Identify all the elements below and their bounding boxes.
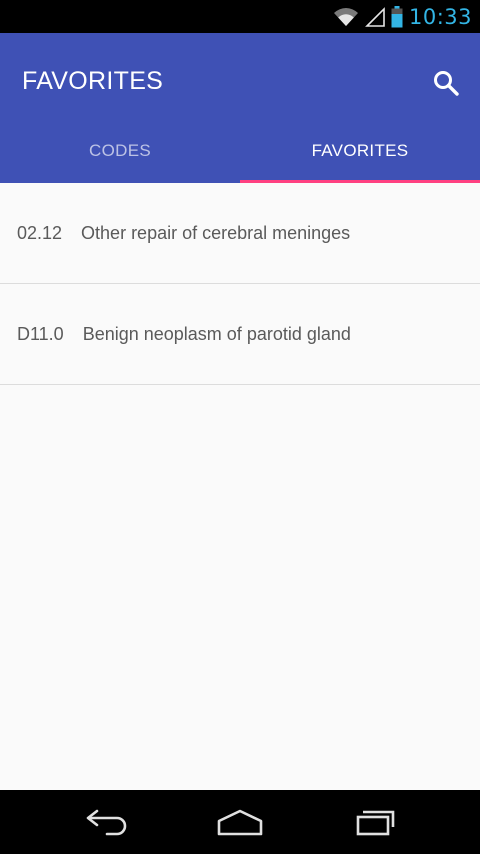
status-bar: 10:33 (0, 0, 480, 33)
list-item[interactable]: D11.0 Benign neoplasm of parotid gland (0, 284, 480, 385)
recent-apps-button[interactable] (345, 802, 405, 842)
recent-apps-icon (356, 810, 395, 836)
tab-codes-label: CODES (89, 141, 151, 160)
home-icon (217, 809, 263, 836)
tab-favorites[interactable]: FAVORITES (240, 119, 480, 183)
status-time: 10:33 (408, 4, 472, 29)
wifi-icon (333, 7, 359, 27)
item-code: D11.0 (17, 323, 64, 344)
tab-codes[interactable]: CODES (0, 119, 240, 183)
navigation-bar (0, 790, 480, 854)
search-button[interactable] (428, 65, 464, 101)
tab-bar: CODES FAVORITES (0, 119, 480, 183)
battery-icon (391, 5, 403, 28)
item-description: Other repair of cerebral meninges (81, 222, 351, 243)
item-description: Benign neoplasm of parotid gland (82, 323, 351, 344)
back-button[interactable] (77, 802, 137, 842)
app-bar: FAVORITES CODES FAVORITES (0, 33, 480, 183)
tab-favorites-label: FAVORITES (311, 141, 409, 160)
favorites-list: 02.12 Other repair of cerebral meninges … (0, 183, 480, 385)
page-title: FAVORITES (22, 67, 164, 95)
search-icon (434, 71, 459, 96)
item-code: 02.12 (17, 222, 63, 243)
back-icon (86, 809, 127, 836)
signal-icon (365, 6, 385, 27)
list-item[interactable]: 02.12 Other repair of cerebral meninges (0, 183, 480, 284)
home-button[interactable] (210, 802, 270, 842)
